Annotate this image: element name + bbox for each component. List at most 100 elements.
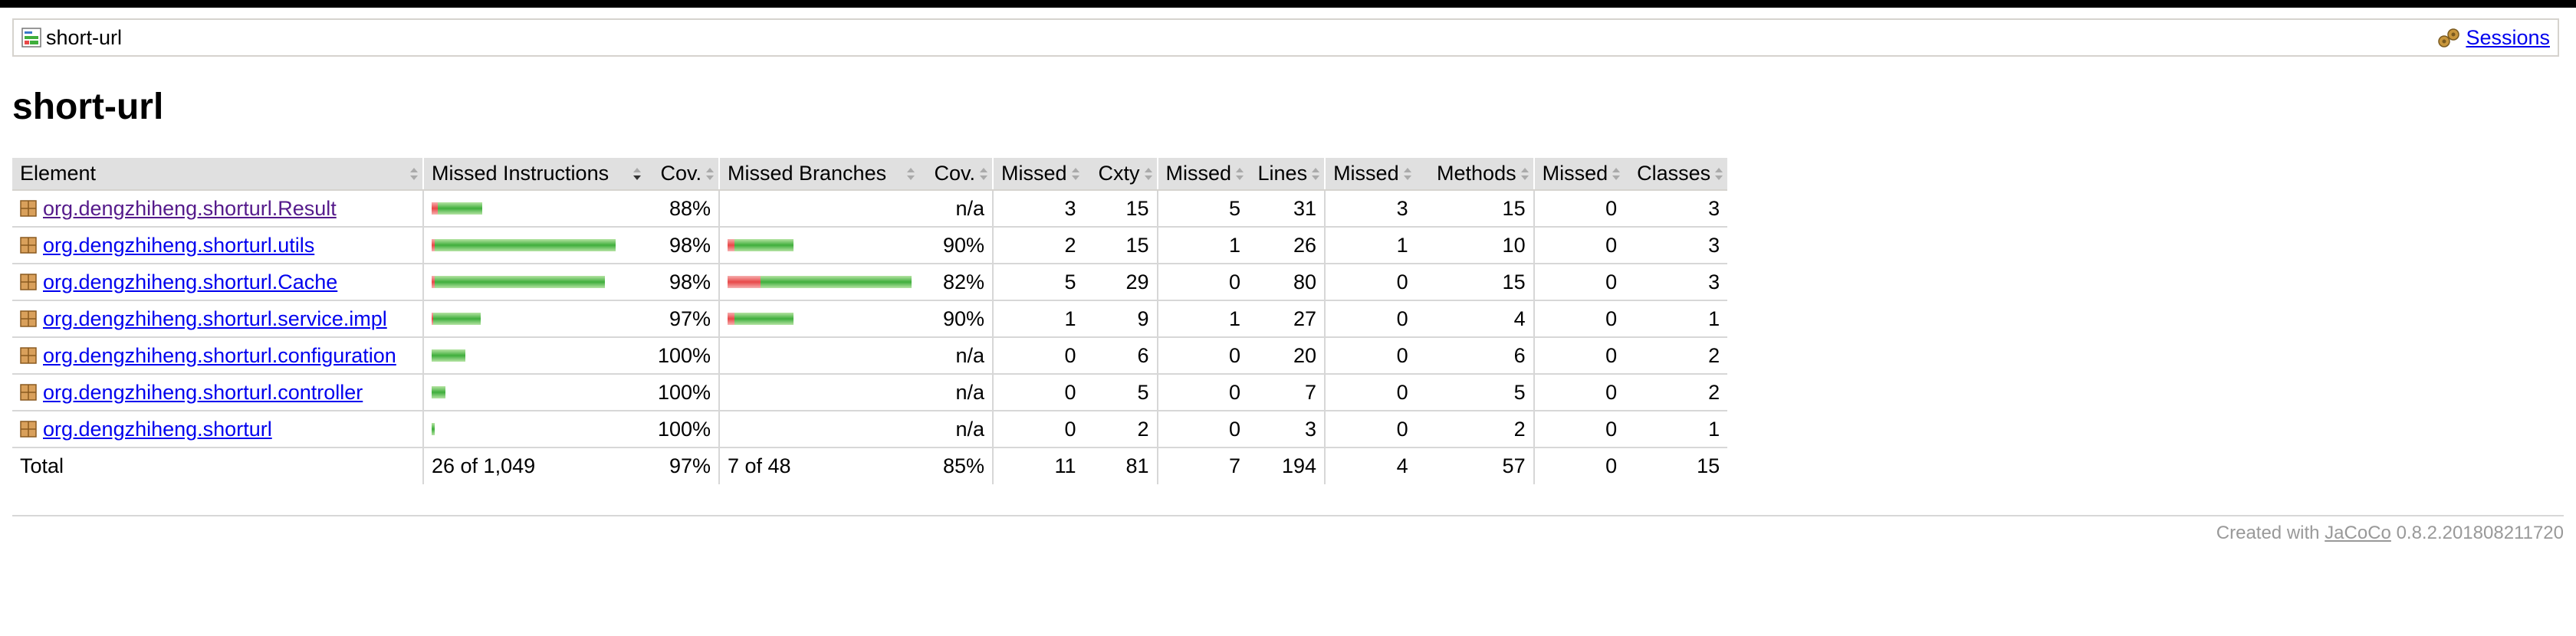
col-header-instr-cov-label: Cov. <box>660 162 702 185</box>
page-title: short-url <box>12 87 164 127</box>
covered-bar-segment <box>432 423 435 435</box>
cell-classes: 3 <box>1625 227 1728 264</box>
table-row: org.dengzhiheng.shorturl.service.impl 97%… <box>12 300 1728 338</box>
sort-icon <box>1520 168 1529 180</box>
total-methods: 57 <box>1415 447 1534 484</box>
report-icon <box>21 28 41 48</box>
missed-bar-segment <box>728 276 761 288</box>
package-link[interactable]: org.dengzhiheng.shorturl.service.impl <box>43 307 387 331</box>
cell-element: org.dengzhiheng.shorturl.controller <box>12 374 423 411</box>
cell-instr-cov: 88% <box>646 190 719 228</box>
col-header-missed-instructions[interactable]: Missed Instructions <box>422 158 646 191</box>
cell-lines: 7 <box>1248 374 1326 411</box>
covered-bar-segment <box>435 276 605 288</box>
cell-methods: 15 <box>1415 264 1534 301</box>
breadcrumb: short-url Sessions <box>12 18 2559 57</box>
col-header-methods-missed[interactable]: Missed <box>1324 158 1416 191</box>
cell-classes: 1 <box>1625 300 1728 338</box>
covered-bar-segment <box>734 239 794 251</box>
col-header-classes-missed[interactable]: Missed <box>1533 158 1625 191</box>
package-link[interactable]: org.dengzhiheng.shorturl.Result <box>43 197 337 221</box>
table-row: org.dengzhiheng.shorturl.controller 100% n… <box>12 374 1728 411</box>
cell-classes-missed: 0 <box>1533 190 1625 228</box>
col-header-element[interactable]: Element <box>12 158 423 191</box>
cell-cxty-missed: 0 <box>992 337 1084 375</box>
cell-classes-missed: 0 <box>1533 227 1625 264</box>
cell-missed-instructions <box>422 190 646 228</box>
cell-lines-missed: 0 <box>1156 374 1249 411</box>
table-row: org.dengzhiheng.shorturl.Cache 98% 82% 5 29 0… <box>12 264 1728 301</box>
sessions-link[interactable]: Sessions <box>2466 26 2550 50</box>
cell-classes: 3 <box>1625 190 1728 228</box>
total-cxty: 81 <box>1083 447 1158 484</box>
cell-lines: 26 <box>1248 227 1326 264</box>
total-methods-missed: 4 <box>1324 447 1416 484</box>
cell-methods-missed: 0 <box>1324 337 1416 375</box>
covered-bar-segment <box>435 239 616 251</box>
cell-methods-missed: 0 <box>1324 264 1416 301</box>
total-instructions: 26 of 1,049 <box>422 447 646 484</box>
jacoco-link[interactable]: JaCoCo <box>2325 523 2391 543</box>
instruction-coverage-bar <box>432 349 638 362</box>
cell-lines-missed: 5 <box>1156 190 1249 228</box>
cell-element: org.dengzhiheng.shorturl <box>12 411 423 448</box>
col-header-instr-cov[interactable]: Cov. <box>646 158 719 191</box>
table-row: org.dengzhiheng.shorturl 100% n/a 0 2 0 3 0 2 0 1 <box>12 411 1728 448</box>
package-link[interactable]: org.dengzhiheng.shorturl <box>43 418 272 441</box>
cell-missed-instructions <box>422 300 646 338</box>
footer-version: 0.8.2.201808211720 <box>2396 523 2564 543</box>
package-link[interactable]: org.dengzhiheng.shorturl.controller <box>43 381 363 405</box>
cell-lines: 31 <box>1248 190 1326 228</box>
breadcrumb-label: short-url <box>46 26 123 49</box>
cell-cxty: 6 <box>1083 337 1158 375</box>
instruction-coverage-bar <box>432 423 638 435</box>
col-header-lines[interactable]: Lines <box>1248 158 1326 191</box>
total-label: Total <box>12 447 423 484</box>
missed-bar-segment <box>432 202 438 215</box>
cell-missed-instructions <box>422 374 646 411</box>
col-header-cxty-missed[interactable]: Missed <box>992 158 1084 191</box>
cell-missed-instructions <box>422 264 646 301</box>
branch-coverage-bar <box>728 239 912 251</box>
table-total-row: Total 26 of 1,049 97% 7 of 48 85% 11 81 … <box>12 447 1728 484</box>
instruction-coverage-bar <box>432 313 638 325</box>
total-lines-missed: 7 <box>1156 447 1249 484</box>
cell-lines: 20 <box>1248 337 1326 375</box>
cell-classes-missed: 0 <box>1533 264 1625 301</box>
col-header-cxty[interactable]: Cxty <box>1083 158 1158 191</box>
col-header-missed-branches[interactable]: Missed Branches <box>718 158 919 191</box>
sessions-area[interactable]: Sessions <box>2436 26 2550 49</box>
cell-cxty: 15 <box>1083 190 1158 228</box>
sort-icon <box>907 168 915 180</box>
missed-bar-segment <box>728 313 734 325</box>
table-row: org.dengzhiheng.shorturl.utils 98% 90% 2 15 1… <box>12 227 1728 264</box>
package-link[interactable]: org.dengzhiheng.shorturl.utils <box>43 234 314 257</box>
cell-branch-cov: 90% <box>919 300 993 338</box>
package-link[interactable]: org.dengzhiheng.shorturl.Cache <box>43 270 337 294</box>
total-instr-cov: 97% <box>646 447 719 484</box>
package-icon <box>20 200 37 217</box>
cell-missed-branches <box>718 264 919 301</box>
cell-lines-missed: 0 <box>1156 264 1249 301</box>
cell-lines-missed: 1 <box>1156 227 1249 264</box>
cell-methods-missed: 1 <box>1324 227 1416 264</box>
cell-cxty-missed: 2 <box>992 227 1084 264</box>
cell-classes-missed: 0 <box>1533 411 1625 448</box>
col-header-classes[interactable]: Classes <box>1625 158 1728 191</box>
sort-icon <box>1403 168 1411 180</box>
covered-bar-segment <box>432 386 445 398</box>
window-top-bar <box>0 0 2576 8</box>
col-header-branch-cov[interactable]: Cov. <box>919 158 993 191</box>
cell-branch-cov: n/a <box>919 337 993 375</box>
cell-methods: 15 <box>1415 190 1534 228</box>
col-header-classes-label: Classes <box>1637 162 1711 185</box>
cell-cxty: 29 <box>1083 264 1158 301</box>
cell-element: org.dengzhiheng.shorturl.utils <box>12 227 423 264</box>
cell-element: org.dengzhiheng.shorturl.Cache <box>12 264 423 301</box>
package-link[interactable]: org.dengzhiheng.shorturl.configuration <box>43 344 396 368</box>
col-header-methods[interactable]: Methods <box>1415 158 1534 191</box>
sort-icon <box>410 168 418 180</box>
cell-instr-cov: 100% <box>646 374 719 411</box>
col-header-lines-missed[interactable]: Missed <box>1156 158 1249 191</box>
cell-cxty: 5 <box>1083 374 1158 411</box>
